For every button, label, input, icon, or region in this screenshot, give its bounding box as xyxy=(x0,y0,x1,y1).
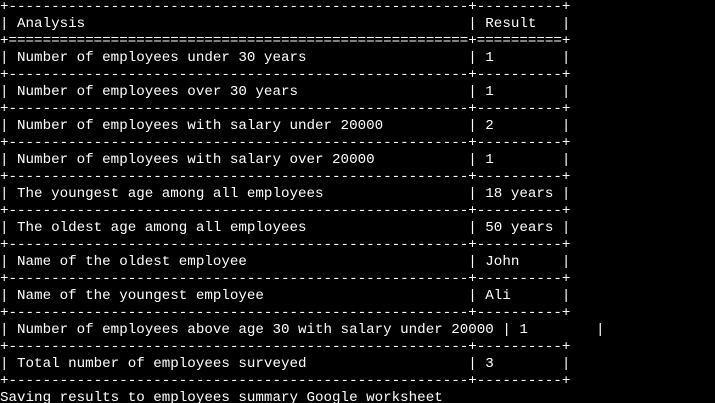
terminal-output: +---------------------------------------… xyxy=(0,0,715,403)
table-row: | Number of employees with salary under … xyxy=(0,118,571,134)
status-message: Saving results to employees summary Goog… xyxy=(0,390,443,403)
table-row: | Number of employees under 30 years | 1… xyxy=(0,50,571,66)
table-border-bottom: +---------------------------------------… xyxy=(0,373,571,389)
table-row-separator: +---------------------------------------… xyxy=(0,203,571,219)
table-row-separator: +---------------------------------------… xyxy=(0,271,571,287)
table-row: | Total number of employees surveyed | 3… xyxy=(0,356,571,372)
table-header-separator: +=======================================… xyxy=(0,33,571,49)
table-row: | Number of employees above age 30 with … xyxy=(0,322,605,338)
table-row-separator: +---------------------------------------… xyxy=(0,339,571,355)
table-row: | Name of the youngest employee | Ali | xyxy=(0,288,571,304)
table-row: | Number of employees with salary over 2… xyxy=(0,152,571,168)
table-header-row: | Analysis | Result | xyxy=(0,16,571,32)
table-row: | Number of employees over 30 years | 1 … xyxy=(0,84,571,100)
table-row-separator: +---------------------------------------… xyxy=(0,101,571,117)
table-border-top: +---------------------------------------… xyxy=(0,0,571,15)
table-row: | The youngest age among all employees |… xyxy=(0,186,571,202)
table-row: | The oldest age among all employees | 5… xyxy=(0,220,571,236)
table-row-separator: +---------------------------------------… xyxy=(0,169,571,185)
table-row: | Name of the oldest employee | John | xyxy=(0,254,571,270)
table-row-separator: +---------------------------------------… xyxy=(0,305,571,321)
table-row-separator: +---------------------------------------… xyxy=(0,237,571,253)
table-row-separator: +---------------------------------------… xyxy=(0,67,571,83)
table-row-separator: +---------------------------------------… xyxy=(0,135,571,151)
